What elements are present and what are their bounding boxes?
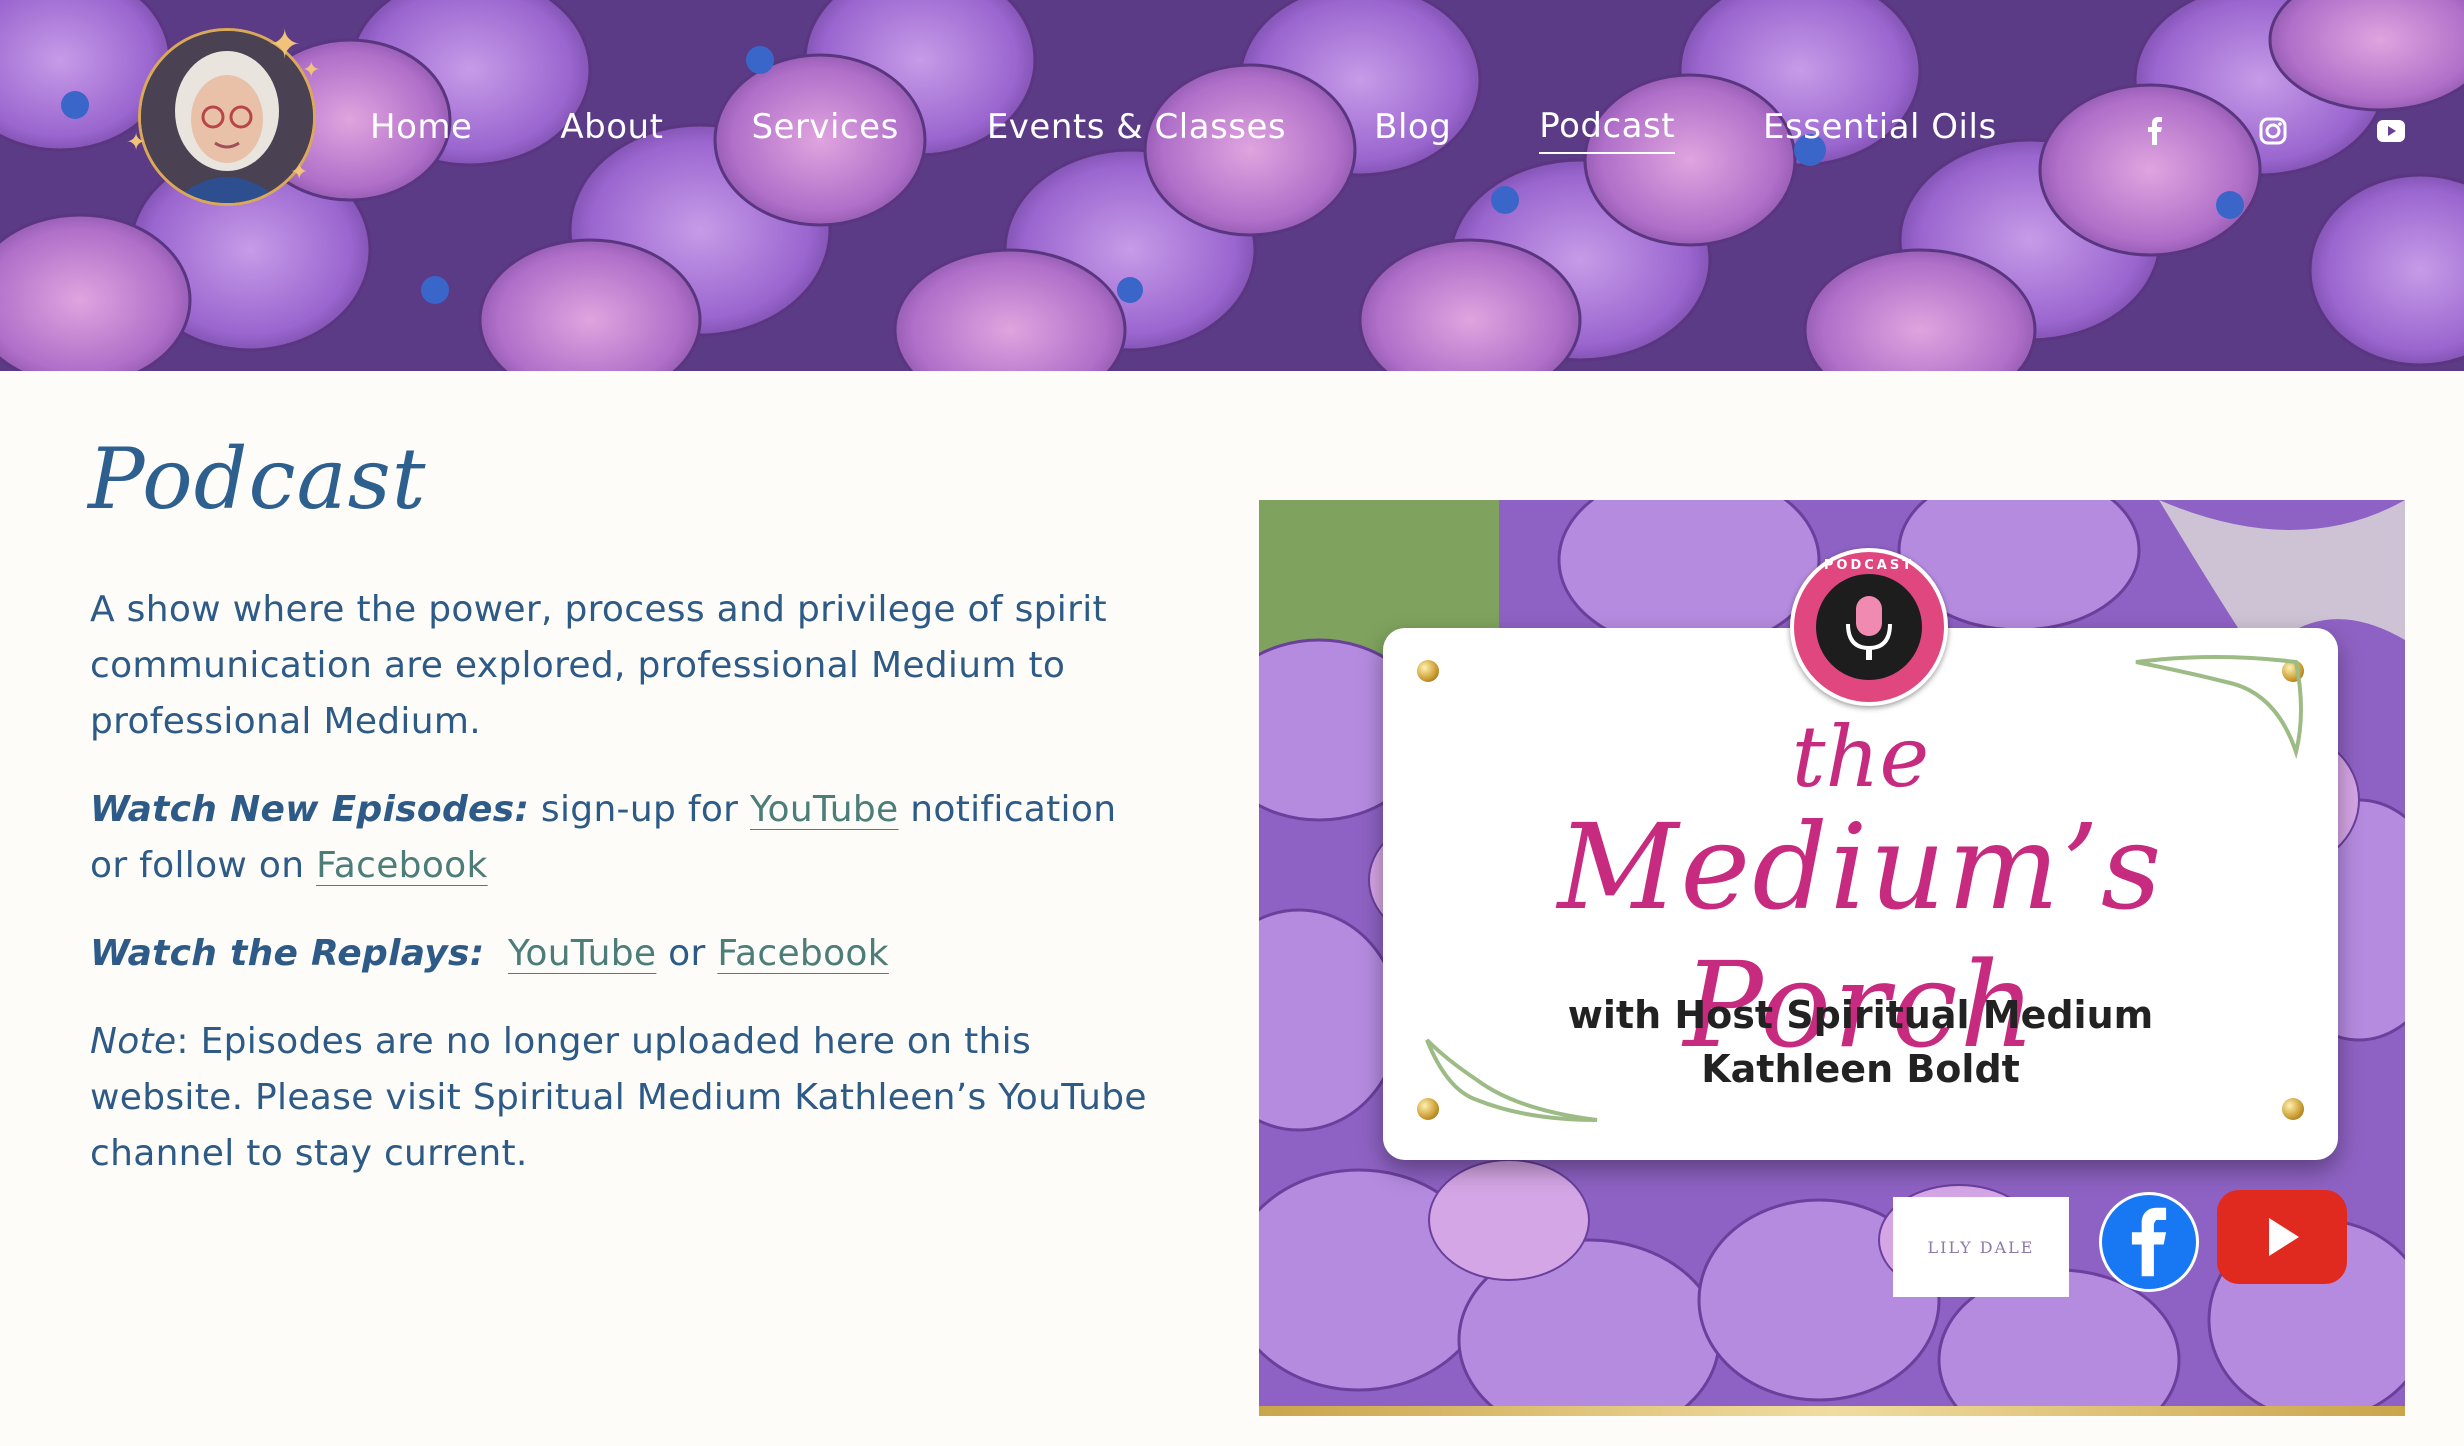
podcast-host: with Host Spiritual Medium Kathleen Bold… (1383, 988, 2338, 1096)
lily-dale-logo: LILY DALE (1893, 1197, 2069, 1297)
hydrangea-banner-image (0, 0, 2464, 371)
nav-events-classes[interactable]: Events & Classes (987, 107, 1286, 153)
sparkle-icon: ✦ (302, 58, 321, 83)
watch-replays-label: Watch the Replays: (90, 933, 485, 974)
watch-new-paragraph: Watch New Episodes: sign-up for YouTube … (90, 782, 1150, 894)
watch-replays-paragraph: Watch the Replays: YouTube or Facebook (90, 926, 1150, 982)
podcast-description: A show where the power, process and priv… (90, 582, 1150, 1214)
nav-blog[interactable]: Blog (1374, 107, 1451, 153)
podcast-title-card: the Medium’s Porch with Host Spiritual M… (1383, 628, 2338, 1160)
note-paragraph: Note: Episodes are no longer uploaded he… (90, 1014, 1150, 1182)
pin-icon (2282, 1098, 2304, 1120)
podcast-host-line1: with Host Spiritual Medium (1567, 993, 2154, 1037)
nav-about[interactable]: About (560, 107, 663, 153)
podcast-the: the (1791, 708, 1930, 806)
intro-paragraph: A show where the power, process and priv… (90, 589, 1107, 742)
gold-border (1259, 1406, 2405, 1416)
instagram-icon[interactable] (2258, 116, 2288, 146)
facebook-logo-icon (2099, 1192, 2199, 1292)
podcast-host-line2: Kathleen Boldt (1701, 1047, 2020, 1091)
youtube-icon[interactable] (2376, 116, 2406, 146)
watch-new-text: sign-up for (529, 789, 751, 830)
facebook-link[interactable]: Facebook (316, 845, 488, 886)
nav-home[interactable]: Home (370, 107, 472, 153)
microphone-icon (1816, 574, 1922, 680)
watch-new-label: Watch New Episodes: (90, 789, 530, 830)
nav-essential-oils[interactable]: Essential Oils (1763, 107, 1997, 153)
podcast-cover-image: the Medium’s Porch with Host Spiritual M… (1259, 500, 2405, 1416)
note-label: Note (90, 1021, 177, 1062)
podcast-badge-text: PODCAST (1823, 558, 1915, 573)
sparkle-icon: ✦ (268, 22, 302, 68)
note-text: : Episodes are no longer uploaded here o… (90, 1021, 1147, 1174)
podcast-badge: PODCAST (1790, 548, 1948, 706)
page-title: Podcast (88, 430, 427, 528)
nav-services[interactable]: Services (751, 107, 898, 153)
nav-podcast[interactable]: Podcast (1539, 106, 1676, 154)
replays-youtube-link[interactable]: YouTube (508, 933, 657, 974)
site-header: ✦ ✦ ✦ ✦ Home About Services Events & Cla… (0, 0, 2464, 371)
facebook-icon[interactable] (2140, 116, 2170, 146)
sparkle-icon: ✦ (290, 160, 309, 185)
replays-text: or (656, 933, 718, 974)
main-navigation: Home About Services Events & Classes Blo… (370, 100, 1997, 160)
pin-icon (1417, 660, 1439, 682)
youtube-logo-icon (2217, 1190, 2347, 1284)
youtube-link[interactable]: YouTube (750, 789, 899, 830)
replays-facebook-link[interactable]: Facebook (717, 933, 889, 974)
sparkle-icon: ✦ (126, 128, 147, 156)
